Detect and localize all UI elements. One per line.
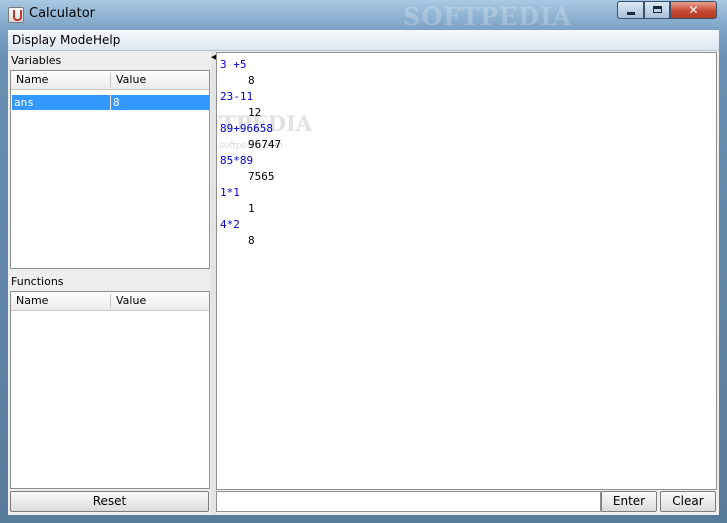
result-line: 8 xyxy=(248,234,255,247)
reset-button[interactable]: Reset xyxy=(10,491,209,512)
expression-input[interactable] xyxy=(216,491,601,512)
maximize-icon xyxy=(652,6,662,13)
result-line: 7565 xyxy=(248,170,275,183)
enter-button[interactable]: Enter xyxy=(601,491,657,512)
expression-line: 23-11 xyxy=(220,90,254,103)
expression-line: 4*2 xyxy=(220,218,240,231)
variable-name-cell[interactable]: ans xyxy=(12,95,34,110)
app-icon[interactable] xyxy=(8,7,24,23)
functions-table-header: Name Value xyxy=(11,292,209,311)
watermark: SOFTPEDIA xyxy=(403,2,573,31)
table-row[interactable]: ans 8 xyxy=(12,95,209,110)
result-line: 12 xyxy=(248,106,262,119)
close-button[interactable]: ✕ xyxy=(670,1,717,19)
menu-help[interactable]: Help xyxy=(89,32,124,48)
title-bar[interactable]: Calculator SOFTPEDIA ✕ xyxy=(0,0,727,31)
calculator-window: Calculator SOFTPEDIA ✕ Display Mode Help… xyxy=(0,0,727,523)
output-area[interactable]: SOFTPEDIA www.softpedia.com 3 +5 8 23-11… xyxy=(216,52,717,490)
window-title: Calculator xyxy=(29,6,96,21)
variables-table-header: Name Value xyxy=(11,71,209,90)
functions-table[interactable]: Name Value xyxy=(10,291,210,489)
variables-col-value[interactable]: Value xyxy=(111,71,209,89)
result-line: 1 xyxy=(248,202,255,215)
maximize-button[interactable] xyxy=(644,1,670,19)
variables-col-name[interactable]: Name xyxy=(11,71,110,89)
clear-button[interactable]: Clear xyxy=(660,491,716,512)
variables-title: Variables xyxy=(11,54,62,67)
result-line: 96747 xyxy=(248,138,282,151)
close-icon: ✕ xyxy=(688,3,699,17)
expression-line: 85*89 xyxy=(220,154,254,167)
result-line: 8 xyxy=(248,74,255,87)
expression-line: 3 +5 xyxy=(220,58,247,71)
functions-col-name[interactable]: Name xyxy=(11,292,110,310)
minimize-button[interactable] xyxy=(617,1,644,19)
functions-title: Functions xyxy=(11,275,64,288)
variable-value-cell[interactable]: 8 xyxy=(111,95,120,110)
menu-bar: Display Mode Help xyxy=(8,30,719,51)
functions-col-value[interactable]: Value xyxy=(111,292,209,310)
expression-line: 1*1 xyxy=(220,186,240,199)
minimize-icon xyxy=(626,12,635,15)
menu-display-mode[interactable]: Display Mode xyxy=(8,32,97,48)
expression-line: 89+96658 xyxy=(220,122,273,135)
client-area: Variables Name Value ans 8 Functions Nam… xyxy=(8,51,719,515)
variables-table[interactable]: Name Value ans 8 xyxy=(10,70,210,269)
